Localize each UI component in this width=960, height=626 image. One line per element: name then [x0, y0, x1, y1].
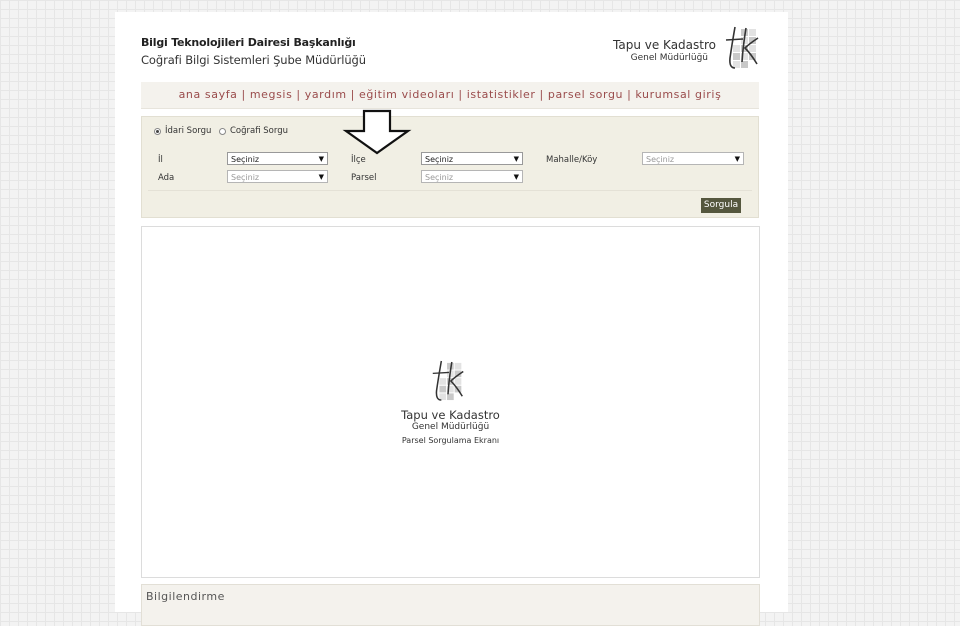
- nav-separator: |: [350, 88, 355, 101]
- sorgula-button[interactable]: Sorgula: [701, 198, 741, 213]
- tkgm-logo-icon: [432, 360, 464, 401]
- nav-separator: |: [241, 88, 246, 101]
- map-area[interactable]: Tapu ve Kadastro Genel Müdürlüğü Parsel …: [141, 226, 760, 578]
- tkgm-logo-icon: [725, 26, 759, 69]
- info-title: Bilgilendirme: [146, 590, 225, 603]
- page-container: Bilgi Teknolojileri Dairesi Başkanlığı C…: [115, 12, 788, 626]
- dropdown-arrow-icon: ▼: [513, 155, 519, 163]
- radio-idari-sorgu[interactable]: İdari Sorgu: [154, 126, 211, 136]
- query-panel: İdari Sorgu Coğrafi Sorgu İl Seçiniz ▼ İ…: [141, 116, 759, 218]
- ilce-select-value: Seçiniz: [425, 155, 454, 164]
- map-brand-line1: Tapu ve Kadastro: [401, 408, 500, 422]
- il-select-value: Seçiniz: [231, 155, 260, 164]
- dropdown-arrow-icon: ▼: [734, 155, 740, 163]
- radio-idari-button[interactable]: [154, 127, 161, 135]
- mahalle-label: Mahalle/Köy: [546, 155, 598, 165]
- map-brand-line2: Genel Müdürlüğü: [411, 422, 490, 432]
- radio-cografi-sorgu[interactable]: Coğrafi Sorgu: [219, 126, 288, 136]
- parsel-select[interactable]: Seçiniz ▼: [421, 170, 523, 183]
- dropdown-arrow-icon: ▼: [513, 173, 519, 181]
- radio-idari-label: İdari Sorgu: [165, 126, 212, 136]
- main-nav: ana sayfa | megsis | yardım | eğitim videoları…: [141, 82, 759, 109]
- radio-cografi-button[interactable]: [219, 127, 226, 135]
- ada-label: Ada: [158, 173, 175, 183]
- nav-separator: |: [296, 88, 301, 101]
- down-arrow-icon: [342, 109, 412, 155]
- dropdown-arrow-icon: ▼: [318, 173, 324, 181]
- nav-ana-sayfa[interactable]: ana sayfa: [179, 88, 238, 101]
- nav-separator: |: [539, 88, 544, 101]
- brand-line1: Tapu ve Kadastro: [613, 38, 716, 52]
- org-title: Bilgi Teknolojileri Dairesi Başkanlığı: [141, 36, 356, 49]
- il-label: İl: [158, 155, 163, 165]
- parsel-select-value: Seçiniz: [425, 173, 454, 182]
- org-subtitle: Coğrafi Bilgi Sistemleri Şube Müdürlüğü: [141, 53, 366, 67]
- dropdown-arrow-icon: ▼: [318, 155, 324, 163]
- nav-separator: |: [627, 88, 632, 101]
- panel-divider: [148, 190, 752, 191]
- nav-kurumsal-giris[interactable]: kurumsal giriş: [635, 88, 721, 101]
- ada-select[interactable]: Seçiniz ▼: [227, 170, 328, 183]
- nav-separator: |: [458, 88, 463, 101]
- mahalle-select-value: Seçiniz: [646, 155, 675, 164]
- parsel-label: Parsel: [351, 173, 377, 183]
- il-select[interactable]: Seçiniz ▼: [227, 152, 328, 165]
- radio-cografi-label: Coğrafi Sorgu: [230, 126, 289, 136]
- brand-name: Tapu ve Kadastro Genel Müdürlüğü: [613, 38, 716, 63]
- ada-select-value: Seçiniz: [231, 173, 260, 182]
- ilce-label: İlçe: [351, 155, 366, 165]
- ilce-select[interactable]: Seçiniz ▼: [421, 152, 523, 165]
- mahalle-select[interactable]: Seçiniz ▼: [642, 152, 744, 165]
- nav-megsis[interactable]: megsis: [250, 88, 293, 101]
- nav-istatistikler[interactable]: istatistikler: [467, 88, 536, 101]
- info-panel: Bilgilendirme: [141, 584, 760, 626]
- brand-line2: Genel Müdürlüğü: [630, 53, 708, 63]
- nav-parsel-sorgu[interactable]: parsel sorgu: [548, 88, 623, 101]
- nav-egitim-videolari[interactable]: eğitim videoları: [359, 88, 454, 101]
- nav-yardim[interactable]: yardım: [305, 88, 347, 101]
- map-subtitle: Parsel Sorgulama Ekranı: [401, 436, 500, 445]
